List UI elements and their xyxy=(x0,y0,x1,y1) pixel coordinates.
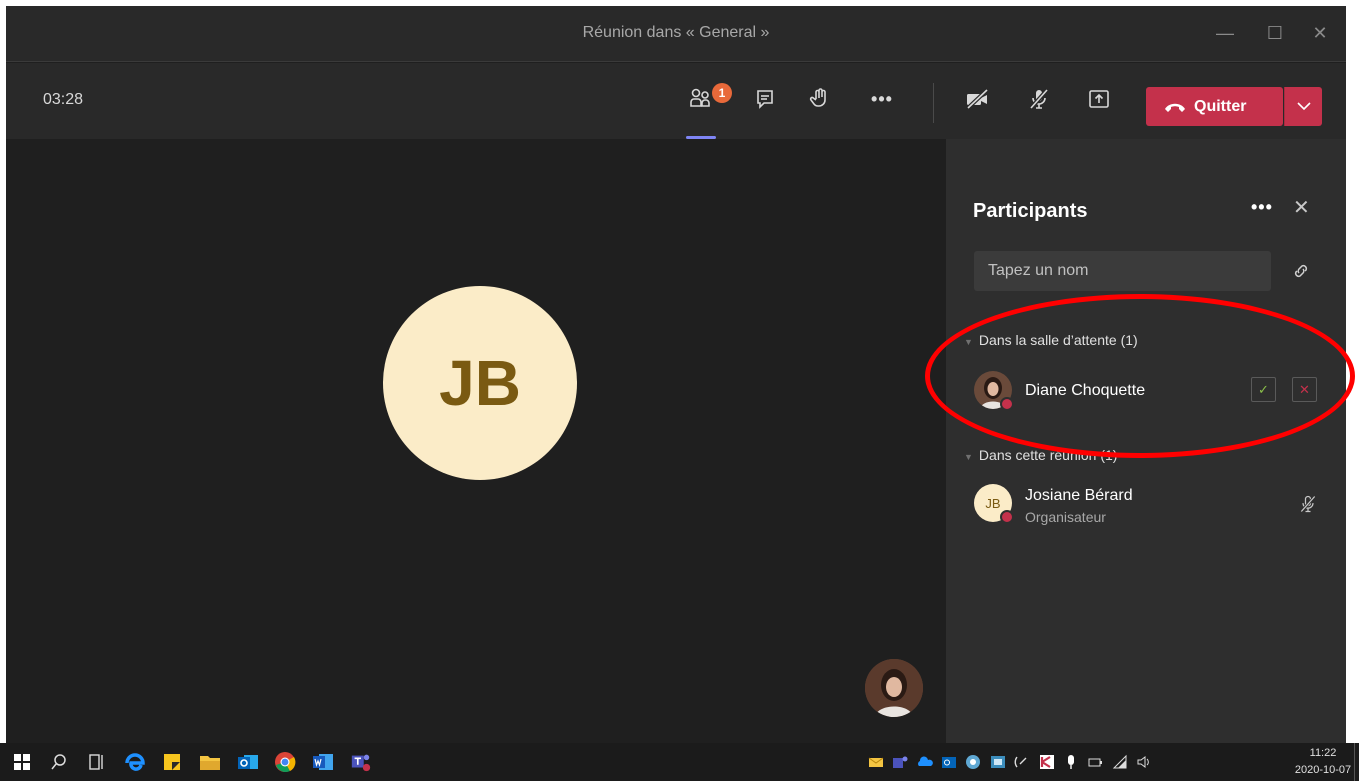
mic-off-icon xyxy=(1029,88,1049,110)
title-bar: Réunion dans « General » — ☐ ✕ xyxy=(6,6,1346,62)
taskbar-clock[interactable]: 11:22 2020-10-07 xyxy=(1292,745,1354,779)
file-explorer-taskbar-button[interactable] xyxy=(199,751,221,773)
search-icon xyxy=(51,754,66,770)
camera-toggle-button[interactable] xyxy=(960,81,996,117)
main-participant-initials: JB xyxy=(439,347,521,419)
outlook-taskbar-button[interactable] xyxy=(237,751,259,773)
word-icon xyxy=(313,754,333,770)
outlook-icon xyxy=(238,755,258,769)
leave-options-dropdown[interactable] xyxy=(1284,87,1322,126)
meeting-toolbar: 03:28 ••• xyxy=(6,63,1346,139)
teams-icon xyxy=(351,754,371,772)
participant-search-input[interactable] xyxy=(974,251,1271,291)
panel-title: Participants xyxy=(973,200,1088,222)
participants-icon xyxy=(690,88,710,107)
app-tray-icon[interactable] xyxy=(965,754,981,770)
main-participant-avatar: JB xyxy=(383,286,577,480)
windows-taskbar: 11:22 2020-10-07 xyxy=(0,743,1359,781)
minimize-button[interactable]: — xyxy=(1213,22,1237,44)
participants-count-badge: 1 xyxy=(712,83,732,103)
mic-toggle-button[interactable] xyxy=(1021,81,1057,117)
maximize-button[interactable]: ☐ xyxy=(1263,22,1287,44)
participant-name: Josiane Bérard xyxy=(1025,487,1133,504)
onedrive-tray-icon[interactable] xyxy=(917,754,933,770)
network-tool-tray-icon[interactable] xyxy=(990,754,1006,770)
task-view-button[interactable] xyxy=(86,751,108,773)
chrome-icon xyxy=(275,752,296,773)
panel-more-button[interactable]: ••• xyxy=(1251,197,1273,218)
security-tray-icon[interactable] xyxy=(1039,754,1055,770)
volume-tray-icon[interactable] xyxy=(1136,754,1152,770)
meeting-participant-row[interactable]: JB Josiane Bérard Organisateur xyxy=(974,484,1334,528)
sticky-notes-icon xyxy=(164,754,180,770)
task-view-icon xyxy=(89,754,103,770)
clock-date: 2020-10-07 xyxy=(1294,764,1352,776)
share-invite-button[interactable] xyxy=(1291,261,1311,286)
camera-off-icon xyxy=(966,88,989,110)
show-desktop-divider[interactable] xyxy=(1354,743,1355,781)
screen: Réunion dans « General » — ☐ ✕ 03:28 •••… xyxy=(0,0,1359,781)
phone-hangup-icon xyxy=(1165,103,1185,112)
chat-button[interactable] xyxy=(747,81,783,117)
sticky-notes-taskbar-button[interactable] xyxy=(161,751,183,773)
raise-hand-icon xyxy=(809,88,826,107)
more-icon: ••• xyxy=(871,88,893,109)
chevron-down-icon xyxy=(1296,102,1311,111)
teams-taskbar-button[interactable] xyxy=(350,751,372,773)
chat-icon xyxy=(757,90,773,109)
close-window-button[interactable]: ✕ xyxy=(1308,22,1332,44)
video-stage: JB xyxy=(6,139,946,743)
share-screen-icon xyxy=(1089,90,1109,108)
battery-tray-icon[interactable] xyxy=(1087,754,1103,770)
chrome-taskbar-button[interactable] xyxy=(274,751,296,773)
edge-icon xyxy=(125,753,145,771)
raise-hand-button[interactable] xyxy=(802,81,838,117)
more-actions-button[interactable]: ••• xyxy=(864,81,900,117)
start-button[interactable] xyxy=(11,751,33,773)
meeting-timer: 03:28 xyxy=(43,91,84,108)
window-title: Réunion dans « General » xyxy=(582,24,770,41)
leave-meeting-label: Quitter xyxy=(1194,97,1247,115)
leave-meeting-button[interactable]: Quitter xyxy=(1146,87,1283,126)
edge-taskbar-button[interactable] xyxy=(124,751,146,773)
microphone-tray-icon[interactable] xyxy=(1063,754,1079,770)
mic-off-icon[interactable] xyxy=(1298,494,1318,514)
status-dot xyxy=(1000,510,1014,524)
share-screen-button[interactable] xyxy=(1081,81,1117,117)
wifi-tray-icon[interactable] xyxy=(1112,754,1128,770)
outlook-tray-icon[interactable] xyxy=(941,754,957,770)
collapse-caret-icon: ▼ xyxy=(964,452,973,462)
self-portrait-image xyxy=(865,659,923,717)
participant-initials: JB xyxy=(985,495,1001,511)
windows-logo-icon xyxy=(14,754,30,770)
self-video-thumbnail[interactable] xyxy=(865,659,923,717)
clock-time: 11:22 xyxy=(1309,747,1337,759)
panel-close-button[interactable]: ✕ xyxy=(1293,195,1310,220)
search-taskbar-button[interactable] xyxy=(48,751,70,773)
toolbar-divider xyxy=(933,83,934,123)
highlight-annotation xyxy=(925,294,1355,458)
satellite-tray-icon[interactable] xyxy=(1014,754,1030,770)
mail-tray-icon[interactable] xyxy=(868,754,884,770)
teams-tray-icon[interactable] xyxy=(892,754,908,770)
word-taskbar-button[interactable] xyxy=(312,751,334,773)
participant-role: Organisateur xyxy=(1025,509,1106,525)
folder-icon xyxy=(200,756,220,770)
link-icon xyxy=(1294,264,1308,278)
